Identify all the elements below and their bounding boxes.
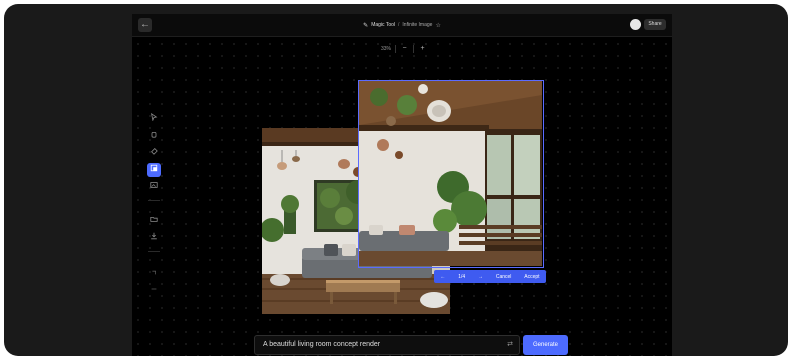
next-variation-button[interactable]: →: [478, 274, 483, 280]
toolbar-divider: [148, 251, 160, 252]
eraser-icon: [151, 148, 158, 155]
redo-icon: [151, 288, 157, 290]
selection-action-bar: ← 1/4 → Cancel Accept: [434, 270, 546, 283]
tool-name: Magic Tool: [371, 22, 396, 28]
hand-tool[interactable]: [147, 129, 161, 143]
generate-button[interactable]: Generate: [523, 335, 568, 355]
top-bar: ← ✎ Magic Tool / Infinite Image ☆ Share: [132, 14, 672, 37]
eraser-tool[interactable]: [147, 146, 161, 160]
zoom-in-button[interactable]: +: [418, 44, 427, 53]
pointer-icon: [151, 112, 158, 122]
share-button[interactable]: Share: [644, 19, 666, 30]
window-frame: ← ✎ Magic Tool / Infinite Image ☆ Share …: [4, 4, 788, 356]
folder-icon: [150, 217, 158, 222]
avatar[interactable]: [630, 19, 641, 30]
pointer-tool[interactable]: [147, 112, 161, 126]
image-tool[interactable]: [147, 180, 161, 194]
zoom-control: 33% − +: [381, 44, 427, 53]
undo-tool[interactable]: [147, 267, 161, 281]
title-separator: /: [398, 22, 400, 28]
toolbar-divider: [148, 200, 160, 201]
open-tool[interactable]: [147, 214, 161, 228]
frame-icon: [150, 164, 158, 172]
prompt-text: A beautiful living room concept render: [263, 341, 381, 348]
editor-app: ← ✎ Magic Tool / Infinite Image ☆ Share …: [132, 14, 672, 356]
hand-icon: [151, 132, 157, 138]
document-title: ✎ Magic Tool / Infinite Image ☆: [132, 14, 672, 36]
zoom-divider: [395, 44, 397, 53]
download-tool[interactable]: [147, 231, 161, 245]
prompt-input[interactable]: A beautiful living room concept render ⇄: [254, 335, 520, 355]
zoom-divider: [413, 44, 415, 53]
download-icon: [151, 232, 157, 240]
image-icon: [150, 182, 158, 188]
star-icon[interactable]: ☆: [435, 22, 440, 29]
document-name[interactable]: Infinite Image: [402, 22, 432, 28]
zoom-out-button[interactable]: −: [400, 44, 409, 53]
magic-wand-icon: ✎: [363, 22, 369, 29]
generated-extension-image: [359, 81, 542, 266]
previous-variation-button[interactable]: ←: [440, 274, 445, 280]
redo-tool[interactable]: [147, 284, 161, 298]
accept-button[interactable]: Accept: [524, 274, 539, 280]
selection-region[interactable]: [358, 80, 544, 268]
undo-icon: [152, 270, 156, 275]
settings-sliders-icon[interactable]: ⇄: [507, 336, 513, 354]
outpaint-tool[interactable]: [147, 163, 161, 177]
variation-counter: 1/4: [458, 273, 466, 280]
zoom-level[interactable]: 33%: [381, 46, 391, 52]
cancel-button[interactable]: Cancel: [496, 274, 512, 280]
